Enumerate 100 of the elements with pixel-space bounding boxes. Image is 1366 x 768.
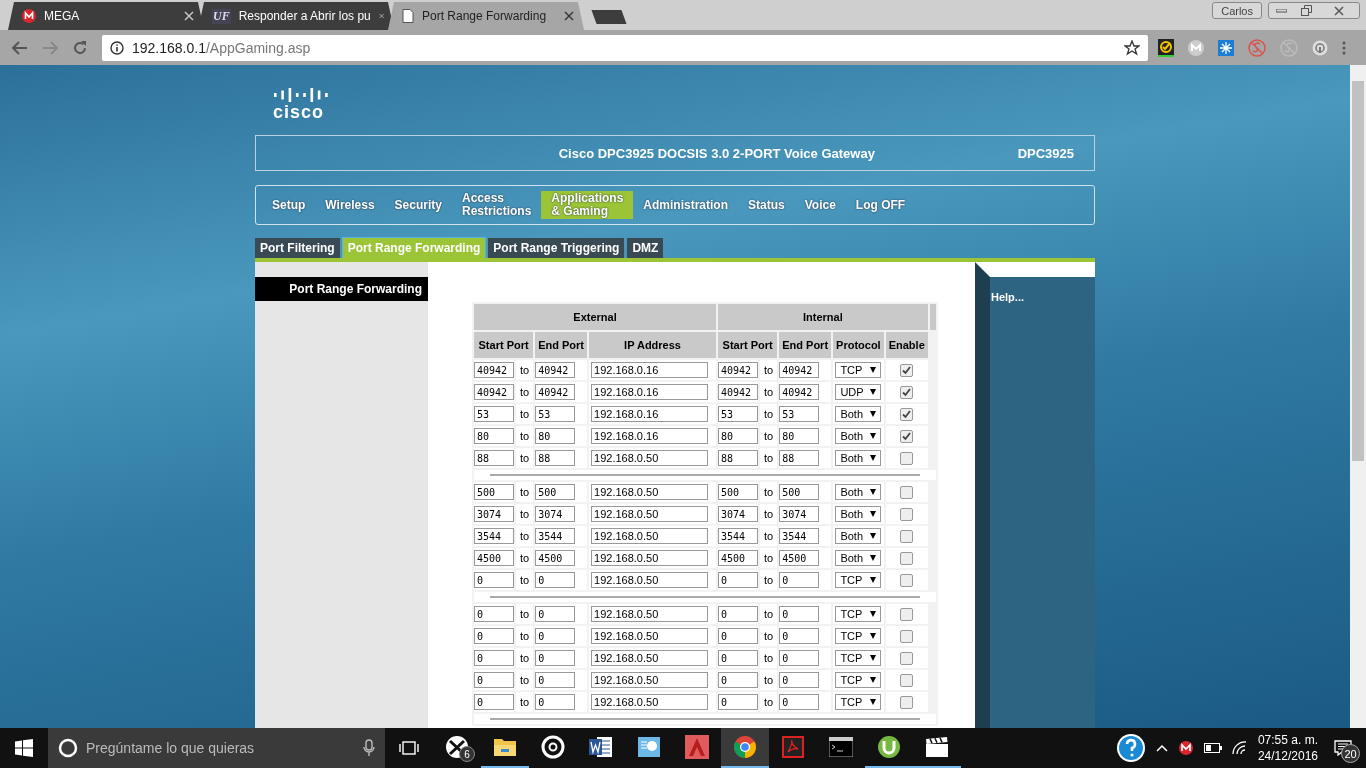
port-field[interactable]: 0: [718, 606, 759, 622]
port-field[interactable]: 53: [779, 406, 820, 422]
port-field[interactable]: 0: [779, 572, 820, 588]
port-field[interactable]: 40942: [779, 384, 820, 400]
port-field[interactable]: 0: [718, 572, 759, 588]
port-field[interactable]: 88: [474, 450, 514, 466]
port-field[interactable]: 0: [474, 694, 514, 710]
port-field[interactable]: 0: [535, 572, 576, 588]
port-field[interactable]: 53: [474, 406, 514, 422]
sub-tab[interactable]: Port Range Triggering: [488, 238, 625, 258]
ip-field[interactable]: 192.168.0.16: [591, 384, 709, 400]
close-icon[interactable]: [564, 11, 574, 21]
profile-button[interactable]: Carlos: [1212, 2, 1262, 19]
port-field[interactable]: 0: [474, 628, 514, 644]
microphone-icon[interactable]: [363, 739, 375, 757]
port-field[interactable]: 40942: [535, 384, 576, 400]
port-field[interactable]: 80: [779, 428, 820, 444]
enable-checkbox[interactable]: [900, 695, 914, 709]
port-field[interactable]: 40942: [718, 384, 759, 400]
sub-tab[interactable]: DMZ: [627, 238, 664, 258]
port-field[interactable]: 3544: [474, 528, 514, 544]
wifi-icon[interactable]: [1231, 741, 1248, 755]
port-field[interactable]: 0: [779, 694, 820, 710]
ip-field[interactable]: 192.168.0.50: [591, 528, 709, 544]
protocol-dropdown[interactable]: TCP: [835, 606, 882, 622]
enable-checkbox[interactable]: [900, 651, 914, 665]
port-field[interactable]: 3544: [779, 528, 820, 544]
port-field[interactable]: 0: [474, 650, 514, 666]
port-field[interactable]: 0: [718, 694, 759, 710]
ip-field[interactable]: 192.168.0.50: [591, 650, 709, 666]
port-field[interactable]: 0: [779, 672, 820, 688]
menu-tab[interactable]: Wireless: [315, 191, 385, 219]
taskbar-app[interactable]: [721, 728, 769, 768]
port-field[interactable]: 0: [535, 694, 576, 710]
enable-checkbox[interactable]: [900, 429, 914, 443]
battery-icon[interactable]: [1203, 743, 1222, 753]
port-field[interactable]: 0: [535, 672, 576, 688]
ip-field[interactable]: 192.168.0.50: [591, 550, 709, 566]
enable-checkbox[interactable]: [900, 507, 914, 521]
port-field[interactable]: 40942: [779, 362, 820, 378]
protocol-dropdown[interactable]: Both: [835, 484, 882, 500]
port-field[interactable]: 4500: [535, 550, 576, 566]
windows-start-icon[interactable]: [15, 739, 33, 757]
port-field[interactable]: 0: [779, 628, 820, 644]
task-view-icon[interactable]: [399, 741, 419, 755]
menu-tab[interactable]: Setup: [262, 191, 316, 219]
port-field[interactable]: 0: [535, 650, 576, 666]
port-field[interactable]: 88: [535, 450, 576, 466]
ip-field[interactable]: 192.168.0.50: [591, 694, 709, 710]
enable-checkbox[interactable]: [900, 407, 914, 421]
port-field[interactable]: 40942: [718, 362, 759, 378]
round-extension-icon[interactable]: [1312, 39, 1328, 56]
port-field[interactable]: 80: [718, 428, 759, 444]
clock[interactable]: 07:55 a. m. 24/12/2016: [1257, 732, 1318, 764]
port-field[interactable]: 0: [474, 672, 514, 688]
ip-field[interactable]: 192.168.0.50: [591, 628, 709, 644]
ip-field[interactable]: 192.168.0.50: [591, 572, 709, 588]
port-field[interactable]: 0: [535, 628, 576, 644]
address-bar[interactable]: 192.168.0.1/AppGaming.asp: [102, 34, 1148, 61]
enable-checkbox[interactable]: [900, 529, 914, 543]
snowflake-icon[interactable]: [1218, 39, 1234, 56]
help-link[interactable]: Help...: [991, 291, 1024, 303]
protocol-dropdown[interactable]: TCP: [835, 362, 882, 378]
enable-checkbox[interactable]: [900, 629, 914, 643]
ip-field[interactable]: 192.168.0.50: [591, 506, 709, 522]
protocol-dropdown[interactable]: TCP: [835, 694, 882, 710]
enable-checkbox[interactable]: [900, 485, 914, 499]
protocol-dropdown[interactable]: TCP: [835, 672, 882, 688]
enable-checkbox[interactable]: [900, 673, 914, 687]
star-icon[interactable]: [1124, 39, 1140, 56]
port-field[interactable]: 3074: [474, 506, 514, 522]
restore-icon[interactable]: [1301, 5, 1312, 16]
ip-field[interactable]: 192.168.0.16: [591, 406, 709, 422]
minimize-icon[interactable]: [1276, 8, 1287, 13]
m-circle-icon[interactable]: [1177, 740, 1194, 756]
port-field[interactable]: 4500: [718, 550, 759, 566]
sub-tab[interactable]: Port Filtering: [255, 238, 340, 258]
port-field[interactable]: 0: [474, 572, 514, 588]
ip-field[interactable]: 192.168.0.16: [591, 428, 709, 444]
port-field[interactable]: 3544: [718, 528, 759, 544]
protocol-dropdown[interactable]: Both: [835, 450, 882, 466]
port-field[interactable]: 53: [535, 406, 576, 422]
ip-field[interactable]: 192.168.0.50: [591, 484, 709, 500]
enable-checkbox[interactable]: [900, 363, 914, 377]
port-field[interactable]: 4500: [474, 550, 514, 566]
close-icon[interactable]: [1334, 5, 1344, 16]
port-field[interactable]: 0: [718, 650, 759, 666]
port-field[interactable]: 4500: [779, 550, 820, 566]
port-field[interactable]: 0: [779, 650, 820, 666]
port-field[interactable]: 53: [718, 406, 759, 422]
enable-checkbox[interactable]: [900, 607, 914, 621]
menu-tab[interactable]: Security: [384, 191, 452, 219]
ip-field[interactable]: 192.168.0.50: [591, 450, 709, 466]
protocol-dropdown[interactable]: Both: [835, 550, 882, 566]
protocol-dropdown[interactable]: Both: [835, 406, 882, 422]
port-field[interactable]: 40942: [535, 362, 576, 378]
port-field[interactable]: 0: [718, 672, 759, 688]
taskbar-app[interactable]: 6: [433, 728, 481, 768]
taskbar-search-field[interactable]: Pregúntame lo que quieras: [48, 728, 385, 768]
port-field[interactable]: 3074: [718, 506, 759, 522]
